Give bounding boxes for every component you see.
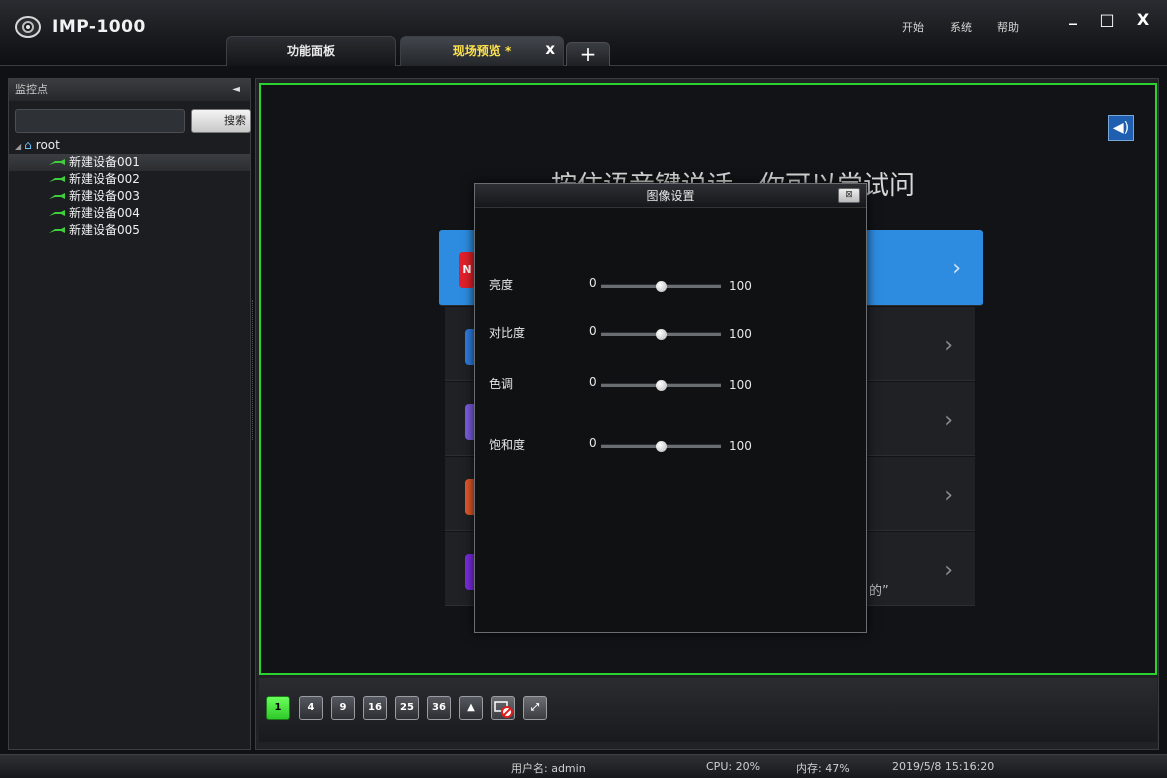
slider-thumb[interactable] [655, 329, 667, 340]
app-tile-icon: N [459, 252, 475, 288]
slider-min: 0 [589, 375, 597, 389]
status-user: 用户名: admin [511, 762, 586, 775]
slider-label: 亮度 [489, 278, 514, 292]
slider-hue: 色调 0 100 [489, 373, 849, 397]
device-label: 新建设备005 [69, 223, 140, 237]
slider-track[interactable] [601, 441, 721, 452]
stop-all-icon[interactable] [491, 696, 515, 720]
chevron-right-icon: › [944, 483, 953, 508]
chevron-right-icon: › [944, 408, 953, 433]
status-cpu: CPU: 20% [706, 760, 761, 773]
layout-4-button[interactable]: 4 [299, 696, 323, 720]
menu-help[interactable]: 帮助 [997, 19, 1019, 35]
slider-label: 饱和度 [489, 438, 526, 452]
search-button[interactable]: 搜索 [191, 109, 251, 133]
slider-max: 100 [729, 378, 752, 392]
device-label: 新建设备003 [69, 189, 140, 203]
app-tile-letter: N [462, 263, 472, 276]
tree-device-item[interactable]: 新建设备004 [9, 205, 250, 222]
slider-label: 色调 [489, 377, 514, 391]
tab-label: 现场预览 * [452, 44, 512, 58]
slider-track[interactable] [601, 380, 721, 391]
slider-contrast: 对比度 0 100 [489, 322, 849, 346]
tab-close-icon[interactable]: x [545, 35, 555, 63]
dialog-title-bar[interactable]: 图像设置 ⊠ [475, 184, 866, 208]
expand-triangle-icon[interactable]: ◢ [15, 142, 21, 151]
slider-max: 100 [729, 439, 752, 453]
sidebar-title: 监控点 [15, 83, 48, 96]
slider-min: 0 [589, 324, 597, 338]
sidebar-monitor-points: 监控点 ◄ 搜索 ◢ ⌂ root 新建设备001 新建设备002 新建设备003 … [8, 78, 251, 750]
layout-16-button[interactable]: 16 [363, 696, 387, 720]
tab-label: 功能面板 [286, 44, 335, 58]
camera-device-icon [49, 176, 65, 182]
tree-device-item[interactable]: 新建设备001 [9, 154, 250, 171]
app-logo-icon [15, 16, 41, 38]
slider-max: 100 [729, 327, 752, 341]
image-settings-dialog: 图像设置 ⊠ 亮度 0 100 对比度 0 100 色调 0 100 饱和度 0… [474, 183, 867, 633]
video-quote-fragment: 的” [869, 584, 889, 599]
camera-device-icon [49, 159, 65, 165]
camera-device-icon [49, 210, 65, 216]
slider-label: 对比度 [489, 326, 526, 340]
tab-function-panel[interactable]: 功能面板 [226, 36, 396, 66]
layout-36-button[interactable]: 36 [427, 696, 451, 720]
maximize-icon[interactable]: □ [1090, 10, 1124, 30]
slider-min: 0 [589, 276, 597, 290]
home-icon: ⌂ [24, 138, 32, 152]
slider-thumb[interactable] [655, 441, 667, 452]
camera-device-icon [49, 193, 65, 199]
layout-1-button[interactable]: 1 [266, 696, 290, 720]
slider-min: 0 [589, 436, 597, 450]
search-input[interactable] [15, 109, 185, 133]
search-row: 搜索 [15, 109, 251, 133]
collapse-arrow-icon[interactable]: ◄ [232, 79, 240, 101]
tree-device-item[interactable]: 新建设备005 [9, 222, 250, 239]
slider-saturation: 饱和度 0 100 [489, 434, 849, 458]
device-label: 新建设备004 [69, 206, 140, 220]
chevron-right-icon: › [944, 558, 953, 583]
eject-icon[interactable]: ▲ [459, 696, 483, 720]
add-tab-button[interactable]: + [566, 42, 610, 66]
fullscreen-icon[interactable]: ⤢ [523, 696, 547, 720]
minimize-icon[interactable]: _ [1056, 6, 1090, 26]
chevron-right-icon: › [944, 333, 953, 358]
sidebar-header: 监控点 ◄ [9, 79, 250, 101]
slider-track[interactable] [601, 329, 721, 340]
menu-start[interactable]: 开始 [902, 19, 924, 35]
slider-brightness: 亮度 0 100 [489, 274, 849, 298]
chevron-right-icon: › [952, 256, 961, 281]
slider-max: 100 [729, 279, 752, 293]
close-icon[interactable]: X [1126, 10, 1160, 30]
dialog-close-icon[interactable]: ⊠ [838, 188, 860, 203]
device-label: 新建设备002 [69, 172, 140, 186]
slider-thumb[interactable] [655, 281, 667, 292]
dialog-title: 图像设置 [646, 189, 695, 203]
title-bar: IMP-1000 功能面板 现场预览 * x + 开始 系统 帮助 _ □ X [0, 0, 1167, 66]
slider-thumb[interactable] [655, 380, 667, 391]
app-title: IMP-1000 [52, 17, 146, 37]
tree-device-item[interactable]: 新建设备002 [9, 171, 250, 188]
tree-device-item[interactable]: 新建设备003 [9, 188, 250, 205]
stop-all-glyph [494, 701, 513, 718]
dialog-body: 亮度 0 100 对比度 0 100 色调 0 100 饱和度 0 100 [475, 208, 866, 632]
layout-25-button[interactable]: 25 [395, 696, 419, 720]
tree-root[interactable]: ◢ ⌂ root [9, 137, 250, 154]
layout-toolbar: 1 4 9 16 25 36 ▲ ⤢ [259, 678, 1157, 742]
tree-root-label: root [35, 138, 60, 152]
slider-track[interactable] [601, 281, 721, 292]
device-label: 新建设备001 [69, 155, 140, 169]
status-bar: 用户名: admin CPU: 20% 内存: 47% 2019/5/8 15:… [0, 754, 1167, 778]
speaker-icon[interactable]: ◀) [1108, 115, 1134, 141]
device-tree: ◢ ⌂ root 新建设备001 新建设备002 新建设备003 新建设备004 新… [9, 137, 250, 239]
layout-9-button[interactable]: 9 [331, 696, 355, 720]
camera-device-icon [49, 227, 65, 233]
status-memory: 内存: 47% [796, 762, 850, 775]
menu-system[interactable]: 系统 [950, 19, 972, 35]
status-datetime: 2019/5/8 15:16:20 [892, 760, 995, 773]
tab-live-preview[interactable]: 现场预览 * x [400, 36, 564, 66]
